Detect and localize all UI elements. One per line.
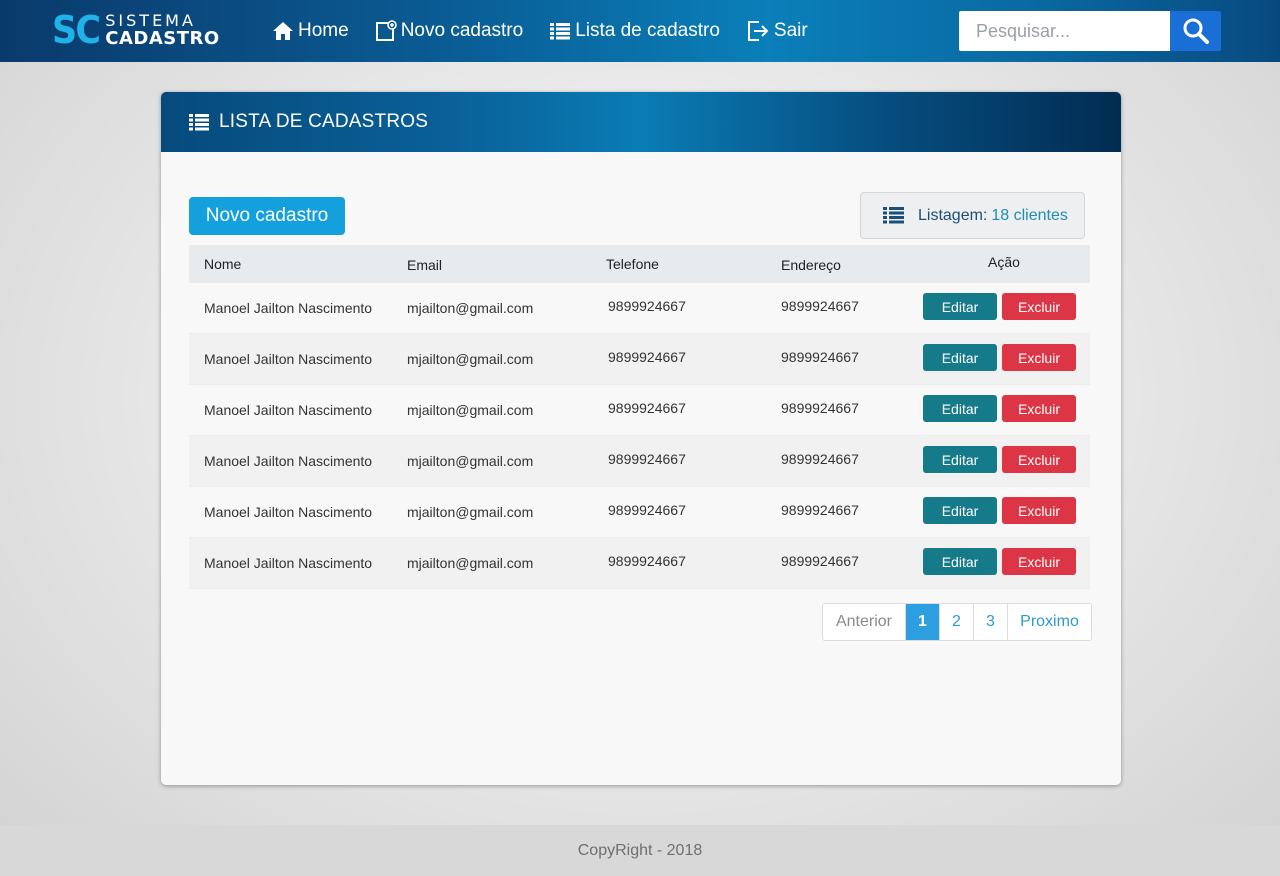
top-navbar: SC SISTEMA CADASTRO Home Novo cadastro L… — [0, 0, 1280, 62]
pagination-page-2[interactable]: 2 — [940, 604, 974, 640]
nav-logout-label: Sair — [773, 20, 808, 41]
cell-name: Manoel Jailton Nascimento — [204, 351, 373, 367]
nav-home-label: Home — [298, 20, 349, 41]
cell-name: Manoel Jailton Nascimento — [204, 504, 373, 520]
home-icon — [273, 22, 293, 40]
cell-phone: 9899924667 — [608, 349, 686, 365]
cell-email: mjailton@gmail.com — [407, 555, 534, 571]
logout-icon — [747, 21, 769, 41]
cell-name: Manoel Jailton Nascimento — [204, 555, 373, 571]
edit-button[interactable]: Editar — [923, 395, 997, 422]
main-nav: Home Novo cadastro Lista de cadastro Sai… — [272, 0, 834, 62]
registrations-table: Nome Email Telefone Endereço Ação Manoel… — [189, 245, 1090, 589]
table-row: Manoel Jailton Nascimento mjailton@gmail.… — [189, 436, 1090, 487]
edit-button[interactable]: Editar — [923, 344, 997, 371]
copyright-text: CopyRight - 2018 — [577, 841, 703, 859]
delete-button[interactable]: Excluir — [1002, 446, 1076, 473]
cell-email: mjailton@gmail.com — [407, 300, 534, 316]
search-bar — [959, 11, 1221, 51]
delete-button[interactable]: Excluir — [1002, 497, 1076, 524]
cell-name: Manoel Jailton Nascimento — [204, 402, 373, 418]
listing-count-badge: Listagem: 18 clientes — [860, 192, 1085, 239]
nav-registration-list-label: Lista de cadastro — [575, 20, 720, 41]
listing-count: 18 clientes — [991, 206, 1068, 224]
search-button[interactable] — [1170, 11, 1221, 51]
table-row: Manoel Jailton Nascimento mjailton@gmail.… — [189, 487, 1090, 538]
search-input[interactable] — [959, 11, 1170, 51]
table-row: Manoel Jailton Nascimento mjailton@gmail.… — [189, 385, 1090, 436]
cell-name: Manoel Jailton Nascimento — [204, 453, 373, 469]
nav-new-registration-label: Novo cadastro — [400, 20, 524, 41]
cell-name: Manoel Jailton Nascimento — [204, 300, 373, 316]
cell-address: 9899924667 — [781, 298, 859, 314]
pagination-next[interactable]: Proximo — [1008, 604, 1091, 640]
pagination-page-3[interactable]: 3 — [974, 604, 1008, 640]
table-row: Manoel Jailton Nascimento mjailton@gmail.… — [189, 283, 1090, 334]
logo-text: SISTEMA CADASTRO — [105, 10, 220, 49]
cell-phone: 9899924667 — [608, 502, 686, 518]
registration-list-panel: LISTA DE CADASTROS Novo cadastro Listage… — [161, 92, 1121, 785]
nav-logout[interactable]: Sair — [746, 20, 808, 42]
table-header: Nome Email Telefone Endereço Ação — [189, 245, 1090, 283]
delete-button[interactable]: Excluir — [1002, 293, 1076, 320]
cell-email: mjailton@gmail.com — [407, 504, 534, 520]
pagination: Anterior 1 2 3 Proximo — [822, 603, 1092, 641]
cell-email: mjailton@gmail.com — [407, 351, 534, 367]
cell-address: 9899924667 — [781, 451, 859, 467]
column-header-action: Ação — [988, 254, 1020, 270]
nav-home[interactable]: Home — [272, 20, 349, 42]
table-body: Manoel Jailton Nascimento mjailton@gmail.… — [189, 283, 1090, 589]
cell-address: 9899924667 — [781, 349, 859, 365]
column-header-name: Nome — [204, 256, 242, 272]
cell-phone: 9899924667 — [608, 451, 686, 467]
edit-button[interactable]: Editar — [923, 548, 997, 575]
delete-button[interactable]: Excluir — [1002, 344, 1076, 371]
nav-new-registration[interactable]: Novo cadastro — [375, 20, 524, 42]
footer: CopyRight - 2018 — [0, 825, 1280, 876]
cell-phone: 9899924667 — [608, 400, 686, 416]
cell-phone: 9899924667 — [608, 298, 686, 314]
column-header-email: Email — [407, 257, 443, 273]
new-registration-button[interactable]: Novo cadastro — [189, 197, 345, 235]
cell-phone: 9899924667 — [608, 553, 686, 569]
cell-address: 9899924667 — [781, 553, 859, 569]
pagination-page-1[interactable]: 1 — [906, 604, 940, 640]
list-icon — [189, 113, 209, 130]
logo-mark: SC — [52, 8, 101, 52]
delete-button[interactable]: Excluir — [1002, 395, 1076, 422]
cell-address: 9899924667 — [781, 502, 859, 518]
panel-header: LISTA DE CADASTROS — [161, 92, 1121, 152]
table-row: Manoel Jailton Nascimento mjailton@gmail.… — [189, 334, 1090, 385]
cell-email: mjailton@gmail.com — [407, 453, 534, 469]
column-header-phone: Telefone — [606, 256, 659, 272]
delete-button[interactable]: Excluir — [1002, 548, 1076, 575]
table-row: Manoel Jailton Nascimento mjailton@gmail.… — [189, 538, 1090, 589]
nav-registration-list[interactable]: Lista de cadastro — [549, 20, 720, 42]
edit-button[interactable]: Editar — [923, 293, 997, 320]
logo-text-bottom: CADASTRO — [105, 27, 220, 49]
logo-text-top: SISTEMA — [105, 10, 196, 30]
pagination-previous[interactable]: Anterior — [823, 604, 906, 640]
list-icon — [883, 207, 904, 224]
cell-email: mjailton@gmail.com — [407, 402, 534, 418]
search-icon — [1183, 18, 1209, 44]
new-document-icon — [375, 20, 397, 41]
column-header-address: Endereço — [781, 257, 841, 273]
list-icon — [550, 23, 571, 40]
listing-label: Listagem: — [918, 206, 988, 224]
panel-title: LISTA DE CADASTROS — [219, 111, 429, 132]
edit-button[interactable]: Editar — [923, 497, 997, 524]
cell-address: 9899924667 — [781, 400, 859, 416]
logo[interactable]: SC SISTEMA CADASTRO — [52, 8, 220, 52]
edit-button[interactable]: Editar — [923, 446, 997, 473]
